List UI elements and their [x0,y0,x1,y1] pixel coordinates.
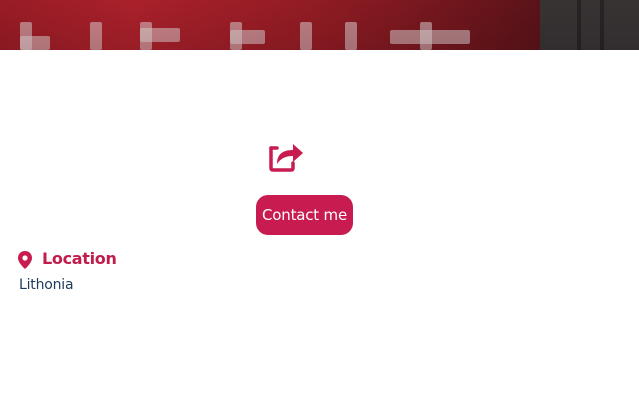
profile-page: Contact me Location Lithonia [0,0,639,418]
location-title: Location [42,248,117,268]
location-value: Lithonia [19,277,74,293]
cover-photo [0,0,639,50]
map-pin-icon [18,251,32,269]
location-header: Location [18,246,117,270]
share-icon[interactable] [267,138,305,172]
contact-me-button[interactable]: Contact me [256,195,353,235]
